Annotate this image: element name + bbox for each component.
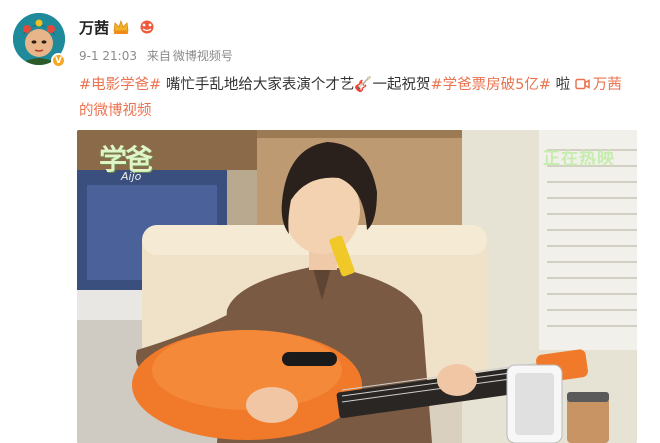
post-meta: 9-1 21:03 来自 微博视频号 [79,47,239,64]
hashtag-movie[interactable]: #电影学爸# [79,77,161,93]
post-body-text: 嘴忙手乱地给大家表演个才艺🎸一起祝贺 [161,77,431,93]
video-link-text[interactable]: 的微博视频 [79,103,152,119]
video-player[interactable]: 学爸 Aijo 正在热映 [77,130,637,443]
verified-badge-icon: V [51,53,66,68]
post-text-la: 啦 [551,77,575,93]
hashtag-boxoffice[interactable]: #学爸票房破5亿# [430,77,551,93]
watermark-now-showing: 正在热映 [543,149,615,169]
fan-badge-icon[interactable] [138,19,156,35]
source-prefix: 来自 [146,49,171,63]
post-source[interactable]: 微博视频号 [173,49,233,63]
video-link-author[interactable]: 万茜 [593,77,622,93]
username[interactable]: 万茜 [79,17,109,38]
video-frame [77,130,637,443]
video-icon [574,78,590,90]
crown-badge-icon[interactable] [112,19,130,35]
watermark-sub: Aijo [121,170,142,183]
post-time[interactable]: 9-1 21:03 [79,49,137,63]
post-text: #电影学爸# 嘴忙手乱地给大家表演个才艺🎸一起祝贺#学爸票房破5亿# 啦 万茜的… [79,72,644,124]
